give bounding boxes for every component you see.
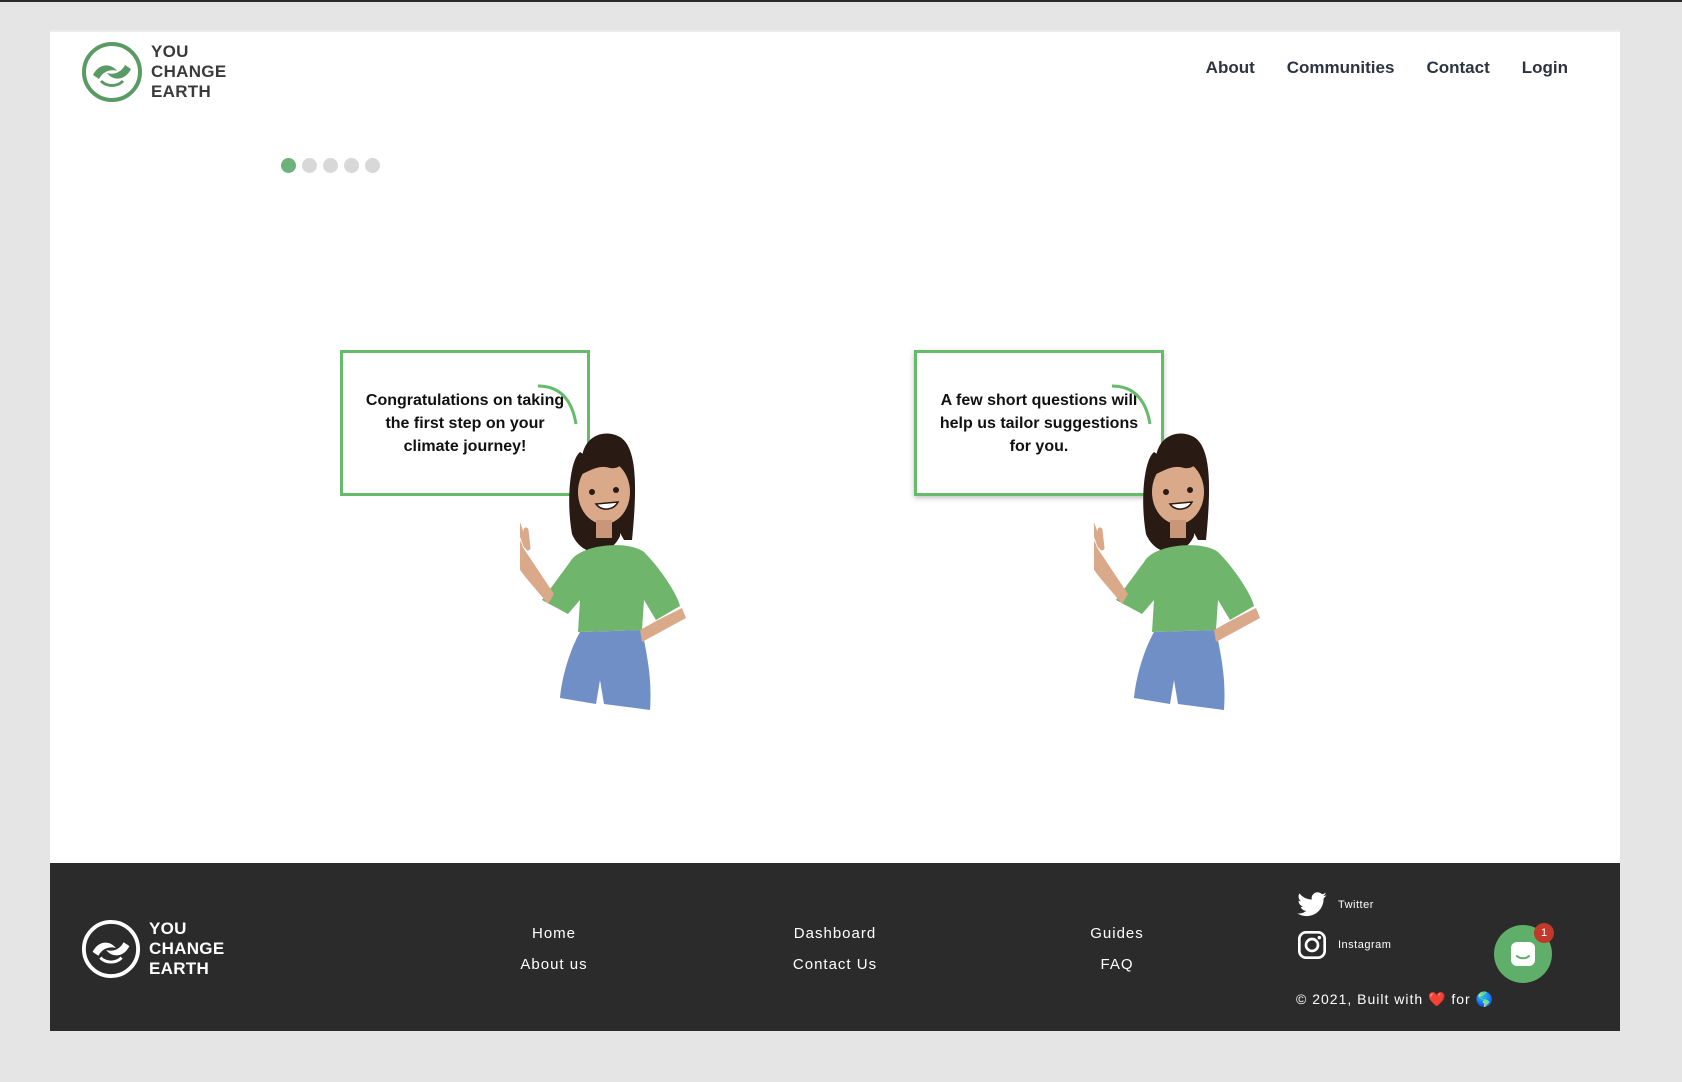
brand-line-1: YOU — [149, 919, 187, 938]
onboarding-slide-1: Congratulations on taking the first step… — [340, 350, 780, 710]
instagram-icon — [1298, 931, 1326, 959]
footer-brand-name: YOU CHANGE EARTH — [149, 919, 224, 979]
instagram-label: Instagram — [1338, 939, 1392, 951]
nav-login[interactable]: Login — [1522, 58, 1568, 78]
social-links: Twitter Instagram — [1296, 885, 1391, 965]
globe-icon: 🌎 — [1475, 991, 1495, 1007]
brand-logo[interactable]: YOU CHANGE EARTH — [81, 41, 226, 103]
footer-logo[interactable]: YOU CHANGE EARTH — [81, 919, 224, 979]
footer-column-1: Home About us — [474, 918, 634, 980]
carousel-dot-4[interactable] — [344, 158, 359, 173]
nav-communities[interactable]: Communities — [1287, 58, 1395, 78]
copyright-prefix: © 2021, Built with — [1296, 991, 1424, 1007]
chat-notification-badge: 1 — [1534, 923, 1554, 943]
twitter-link[interactable]: Twitter — [1296, 885, 1391, 925]
footer-link-about-us[interactable]: About us — [474, 949, 634, 980]
carousel-dots — [281, 158, 380, 173]
brand-name: YOU CHANGE EARTH — [151, 42, 226, 102]
brand-line-2: CHANGE — [151, 62, 227, 81]
twitter-label: Twitter — [1338, 899, 1374, 911]
heart-icon: ❤️ — [1428, 991, 1447, 1007]
instagram-link[interactable]: Instagram — [1296, 925, 1391, 965]
carousel-dot-2[interactable] — [302, 158, 317, 173]
page: YOU CHANGE EARTH About Communities Conta… — [50, 30, 1620, 1031]
brand-line-3: EARTH — [151, 82, 212, 101]
carousel-dot-3[interactable] — [323, 158, 338, 173]
footer: YOU CHANGE EARTH Home About us Dashboard… — [50, 863, 1620, 1031]
footer-column-3: Guides FAQ — [1037, 918, 1197, 980]
footer-link-faq[interactable]: FAQ — [1037, 949, 1197, 980]
chat-icon — [1511, 942, 1535, 966]
woman-waving-illustration — [520, 384, 686, 710]
brand-line-1: YOU — [151, 42, 189, 61]
main-nav: About Communities Contact Login — [1206, 58, 1568, 78]
copyright: © 2021, Built with ❤️ for 🌎 — [1296, 991, 1494, 1008]
copyright-for: for — [1451, 991, 1471, 1007]
woman-waving-illustration — [1094, 384, 1260, 710]
nav-about[interactable]: About — [1206, 58, 1255, 78]
window-top-edge — [0, 0, 1682, 2]
logo-icon — [82, 42, 142, 102]
brand-line-2: CHANGE — [149, 939, 225, 958]
logo-icon — [81, 919, 141, 979]
footer-link-guides[interactable]: Guides — [1037, 918, 1197, 949]
footer-link-home[interactable]: Home — [474, 918, 634, 949]
carousel-dot-5[interactable] — [365, 158, 380, 173]
footer-link-dashboard[interactable]: Dashboard — [755, 918, 915, 949]
nav-contact[interactable]: Contact — [1426, 58, 1489, 78]
footer-link-contact-us[interactable]: Contact Us — [755, 949, 915, 980]
onboarding-slide-2: A few short questions will help us tailo… — [914, 350, 1354, 710]
header: YOU CHANGE EARTH About Communities Conta… — [50, 30, 1620, 150]
brand-line-3: EARTH — [149, 959, 210, 978]
chat-launcher-button[interactable]: 1 — [1494, 923, 1554, 983]
footer-column-2: Dashboard Contact Us — [755, 918, 915, 980]
carousel-dot-1[interactable] — [281, 158, 296, 173]
twitter-icon — [1297, 892, 1327, 917]
